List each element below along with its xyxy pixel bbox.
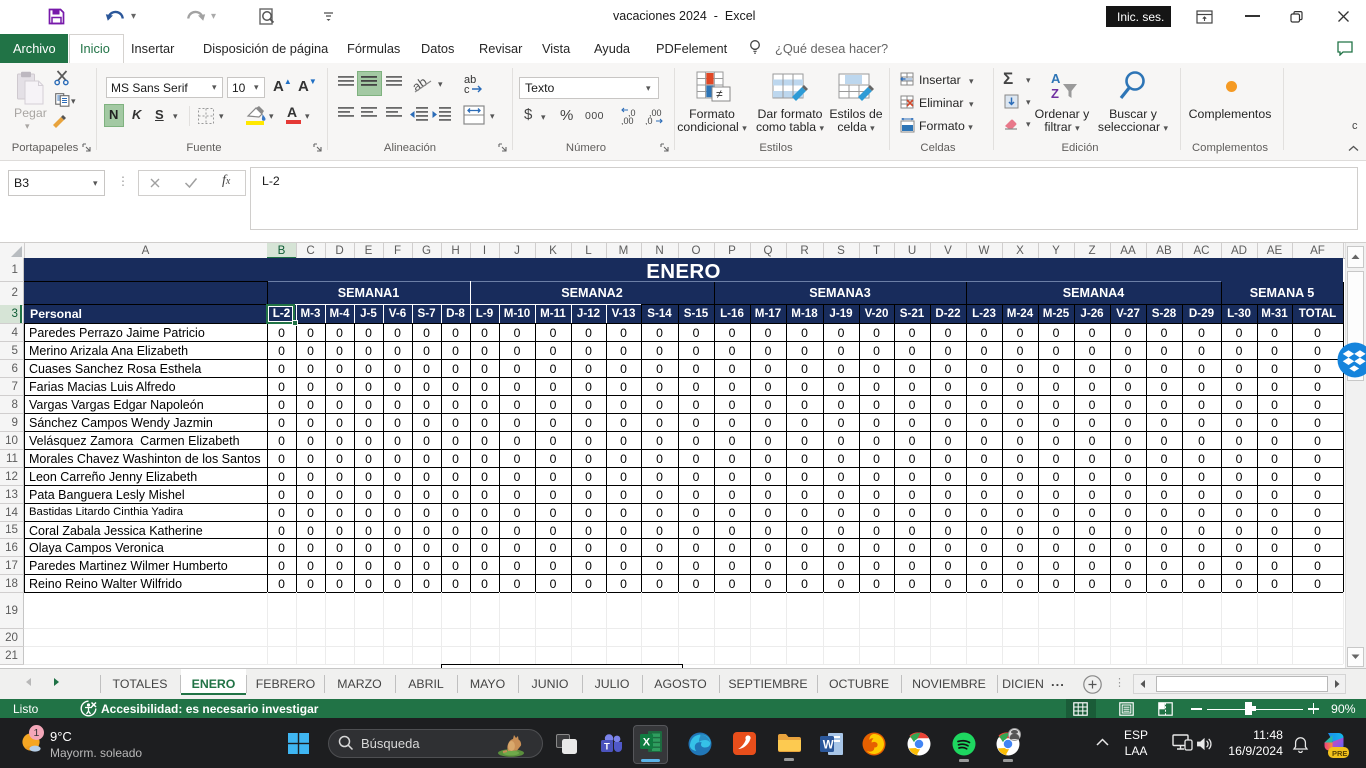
svg-text:c: c bbox=[464, 84, 470, 95]
svg-text:,00: ,00 bbox=[621, 116, 634, 125]
svg-text:A: A bbox=[1051, 71, 1061, 86]
svg-text:W: W bbox=[823, 740, 834, 752]
svg-text:T: T bbox=[604, 742, 610, 753]
svg-text:X: X bbox=[643, 737, 651, 749]
svg-text:Z: Z bbox=[1051, 86, 1059, 101]
svg-text:≠: ≠ bbox=[716, 87, 723, 101]
svg-text:,0: ,0 bbox=[645, 116, 653, 125]
